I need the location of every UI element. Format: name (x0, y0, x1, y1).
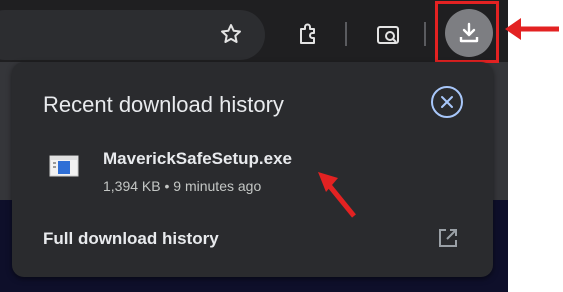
toolbar-separator (345, 22, 347, 46)
tab-search-icon[interactable] (372, 19, 404, 51)
extensions-icon[interactable] (292, 18, 324, 50)
download-file-name[interactable]: MaverickSafeSetup.exe (103, 149, 292, 169)
download-history-panel: Recent download history MaverickSafeSetu… (12, 62, 493, 277)
close-button[interactable] (431, 86, 463, 118)
open-external-icon[interactable] (436, 226, 460, 250)
bookmark-star-icon[interactable] (216, 19, 246, 49)
panel-title: Recent download history (43, 92, 284, 117)
toolbar-separator (424, 22, 426, 46)
annotation-highlight-box (435, 1, 499, 63)
annotation-arrow-icon (318, 172, 356, 218)
exe-file-icon (49, 155, 79, 177)
close-icon (441, 96, 453, 108)
full-download-history-link[interactable]: Full download history (43, 229, 219, 249)
download-file-meta: 1,394 KB • 9 minutes ago (103, 178, 262, 194)
annotation-arrow-icon (505, 18, 559, 40)
